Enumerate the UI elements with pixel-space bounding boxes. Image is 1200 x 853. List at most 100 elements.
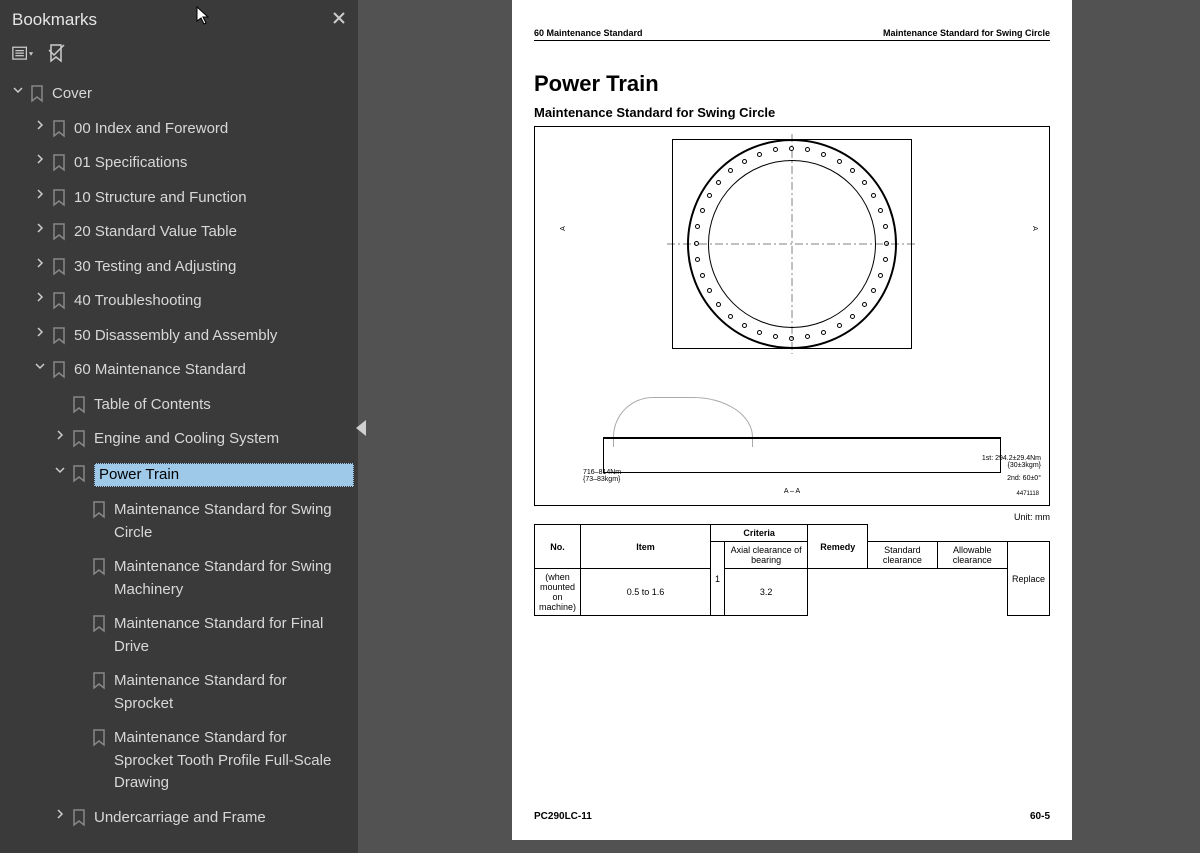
panel-title: Bookmarks (12, 10, 97, 30)
bookmark-item[interactable]: 50 Disassembly and Assembly (4, 319, 358, 354)
bookmark-icon (90, 501, 108, 519)
bookmark-item[interactable]: Maintenance Standard for Swing Machinery (4, 550, 358, 607)
bookmark-item[interactable]: 01 Specifications (4, 146, 358, 181)
bookmark-item[interactable]: Cover (4, 77, 358, 112)
bookmark-label: 01 Specifications (74, 152, 354, 175)
bookmark-icon (90, 672, 108, 690)
bookmark-item[interactable]: 00 Index and Foreword (4, 112, 358, 147)
bookmark-label: 30 Testing and Adjusting (74, 256, 354, 279)
bookmark-label: 60 Maintenance Standard (74, 359, 354, 382)
bookmark-label: Maintenance Standard for Sprocket Tooth … (114, 727, 354, 795)
bookmark-label: 20 Standard Value Table (74, 221, 354, 244)
bookmark-label: 50 Disassembly and Assembly (74, 325, 354, 348)
bookmark-icon (70, 465, 88, 483)
bookmark-icon (50, 154, 68, 172)
cell-remedy: Replace (1007, 542, 1049, 616)
bookmark-icon (50, 258, 68, 276)
bookmark-item[interactable]: Engine and Cooling System (4, 422, 358, 457)
bookmark-icon (70, 396, 88, 414)
page-heading-2: Maintenance Standard for Swing Circle (534, 105, 1050, 120)
document-viewport[interactable]: 60 Maintenance Standard Maintenance Stan… (384, 0, 1200, 853)
bookmark-icon (50, 361, 68, 379)
bookmark-label: Table of Contents (94, 394, 354, 417)
bookmark-label: Power Train (94, 463, 354, 488)
bookmark-item[interactable]: Table of Contents (4, 388, 358, 423)
unit-label: Unit: mm (534, 512, 1050, 522)
chevron-right-icon[interactable] (32, 258, 48, 268)
chevron-right-icon[interactable] (32, 223, 48, 233)
bookmark-label: Cover (52, 83, 354, 106)
chevron-down-icon[interactable] (52, 465, 68, 475)
th-allow-clearance: Allowable clearance (937, 542, 1007, 569)
cell-item-line1: Axial clearance of bearing (725, 542, 808, 569)
cell-item-line2: (when mounted on machine) (535, 569, 581, 616)
footer-model: PC290LC-11 (534, 811, 592, 822)
th-item: Item (581, 525, 711, 569)
bookmark-label: Maintenance Standard for Swing Circle (114, 499, 354, 544)
chevron-right-icon[interactable] (32, 120, 48, 130)
th-std-clearance: Standard clearance (868, 542, 937, 569)
bookmark-item[interactable]: Maintenance Standard for Sprocket (4, 664, 358, 721)
chevron-right-icon[interactable] (52, 430, 68, 440)
bookmarks-toolbar (0, 39, 358, 73)
diagram-annotation-right-2: 2nd: 60±0° (1007, 475, 1041, 482)
cell-std: 0.5 to 1.6 (581, 569, 711, 616)
bookmark-item[interactable]: 30 Testing and Adjusting (4, 250, 358, 285)
bookmark-icon (90, 615, 108, 633)
chevron-down-icon[interactable] (10, 85, 26, 95)
bookmark-icon (90, 729, 108, 747)
diagram-id-label: 4471118 (1017, 491, 1039, 497)
bookmark-icon (70, 430, 88, 448)
collapse-handle-icon[interactable] (356, 420, 366, 436)
chevron-right-icon[interactable] (32, 154, 48, 164)
options-dropdown-icon[interactable] (12, 43, 34, 65)
bookmark-item[interactable]: 60 Maintenance Standard (4, 353, 358, 388)
panel-divider[interactable] (358, 0, 384, 853)
bookmark-icon (50, 189, 68, 207)
bookmark-icon (90, 558, 108, 576)
diagram-annotation-right-1: 1st: 294.2±29.4Nm {30±3kgm} (982, 455, 1041, 469)
bookmark-item[interactable]: Maintenance Standard for Sprocket Tooth … (4, 721, 358, 801)
technical-diagram: A A 716–814Nm {73–83kgm} 1st: 294.2±29.4… (534, 126, 1050, 506)
bookmark-tree[interactable]: Cover 00 Index and Foreword 01 Specificati… (0, 73, 358, 853)
bookmark-icon (28, 85, 46, 103)
bookmark-icon (50, 120, 68, 138)
bookmark-label: Maintenance Standard for Sprocket (114, 670, 354, 715)
chevron-right-icon[interactable] (32, 292, 48, 302)
page-header-right: Maintenance Standard for Swing Circle (883, 28, 1050, 38)
th-no: No. (535, 525, 581, 569)
chevron-down-icon[interactable] (32, 361, 48, 371)
cell-allow: 3.2 (725, 569, 808, 616)
bookmark-item[interactable]: Undercarriage and Frame (4, 801, 358, 836)
close-panel-button[interactable] (332, 8, 346, 31)
chevron-right-icon[interactable] (32, 327, 48, 337)
page-header-left: 60 Maintenance Standard (534, 28, 643, 38)
bookmark-label: Engine and Cooling System (94, 428, 354, 451)
bookmark-icon (50, 327, 68, 345)
bookmark-item[interactable]: 20 Standard Value Table (4, 215, 358, 250)
chevron-right-icon[interactable] (52, 809, 68, 819)
bookmark-item[interactable]: 10 Structure and Function (4, 181, 358, 216)
page-heading-1: Power Train (534, 71, 1050, 97)
chevron-right-icon[interactable] (32, 189, 48, 199)
bookmark-item[interactable]: 40 Troubleshooting (4, 284, 358, 319)
th-criteria: Criteria (711, 525, 808, 542)
bookmark-item[interactable]: Maintenance Standard for Swing Circle (4, 493, 358, 550)
spec-table: No. Item Criteria Remedy 1 Axial clearan… (534, 524, 1050, 616)
bookmark-icon (50, 223, 68, 241)
footer-page-number: 60-5 (1030, 811, 1050, 822)
bookmark-icon (70, 809, 88, 827)
bookmark-label: 40 Troubleshooting (74, 290, 354, 313)
pdf-page: 60 Maintenance Standard Maintenance Stan… (512, 0, 1072, 840)
bookmark-icon (50, 292, 68, 310)
bookmark-ribbon-icon[interactable] (46, 43, 68, 65)
th-remedy: Remedy (808, 525, 868, 569)
bookmark-item[interactable]: Power Train (4, 457, 358, 494)
bookmark-item[interactable]: Maintenance Standard for Final Drive (4, 607, 358, 664)
cell-no: 1 (711, 542, 725, 616)
bookmark-label: 10 Structure and Function (74, 187, 354, 210)
bookmark-label: Maintenance Standard for Swing Machinery (114, 556, 354, 601)
diagram-annotation-left: 716–814Nm {73–83kgm} (583, 469, 621, 483)
bookmark-label: 00 Index and Foreword (74, 118, 354, 141)
bookmark-label: Maintenance Standard for Final Drive (114, 613, 354, 658)
